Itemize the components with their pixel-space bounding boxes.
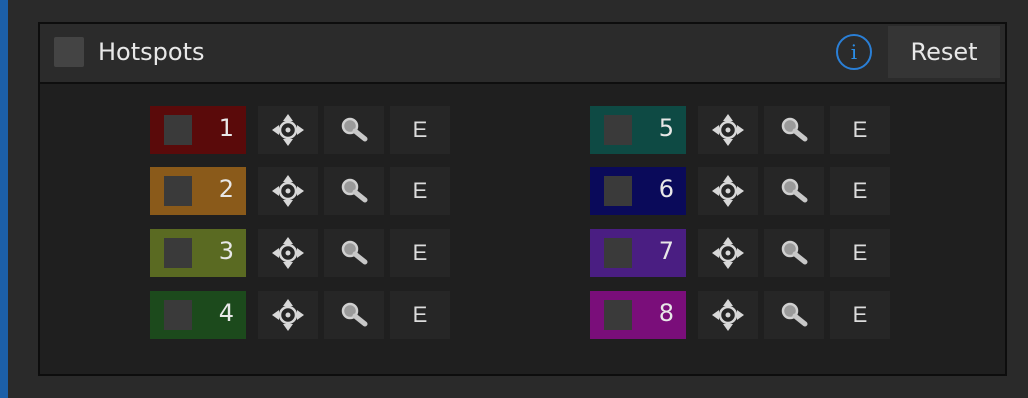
hotspot-color-swatch[interactable]: 1 (150, 106, 246, 154)
hotspot-checkbox[interactable] (164, 176, 192, 206)
move-icon[interactable] (258, 167, 318, 215)
hotspot-color-swatch[interactable]: 5 (590, 106, 686, 154)
edit-button[interactable]: E (830, 106, 890, 154)
move-icon[interactable] (258, 229, 318, 277)
hotspot-number: 4 (218, 299, 234, 327)
hotspot-row: 8E (590, 291, 890, 339)
edit-button[interactable]: E (390, 291, 450, 339)
hotspot-number: 5 (658, 114, 674, 142)
info-icon[interactable]: i (836, 34, 872, 70)
hotspot-number: 7 (658, 237, 674, 265)
hotspot-number: 3 (218, 237, 234, 265)
magnifier-icon[interactable] (764, 106, 824, 154)
magnifier-icon[interactable] (324, 106, 384, 154)
move-icon[interactable] (698, 291, 758, 339)
hotspot-row: 2E (150, 167, 450, 215)
hotspot-checkbox[interactable] (164, 300, 192, 330)
hotspot-row: 7E (590, 229, 890, 277)
hotspot-color-swatch[interactable]: 6 (590, 167, 686, 215)
hotspot-number: 8 (658, 299, 674, 327)
hotspot-checkbox[interactable] (604, 300, 632, 330)
hotspot-row: 4E (150, 291, 450, 339)
hotspot-color-swatch[interactable]: 4 (150, 291, 246, 339)
hotspot-number: 1 (218, 114, 234, 142)
hotspot-number: 2 (218, 175, 234, 203)
panel-header: Hotspots i Reset (40, 24, 1005, 84)
left-accent-bar (0, 0, 8, 398)
hotspot-row: 6E (590, 167, 890, 215)
magnifier-icon[interactable] (764, 167, 824, 215)
hotspot-checkbox[interactable] (164, 238, 192, 268)
hotspot-number: 6 (658, 175, 674, 203)
magnifier-icon[interactable] (324, 229, 384, 277)
hotspot-checkbox[interactable] (604, 115, 632, 145)
hotspot-color-swatch[interactable]: 3 (150, 229, 246, 277)
hotspot-checkbox[interactable] (164, 115, 192, 145)
move-icon[interactable] (258, 106, 318, 154)
reset-button[interactable]: Reset (888, 26, 1000, 78)
edit-button[interactable]: E (390, 229, 450, 277)
hotspots-panel: Hotspots i Reset 1E2E3E4E5E6E7E8E (38, 22, 1007, 376)
hotspot-row: 3E (150, 229, 450, 277)
hotspot-row: 5E (590, 106, 890, 154)
edit-button[interactable]: E (830, 167, 890, 215)
hotspot-row: 1E (150, 106, 450, 154)
magnifier-icon[interactable] (324, 291, 384, 339)
move-icon[interactable] (698, 106, 758, 154)
edit-button[interactable]: E (830, 291, 890, 339)
move-icon[interactable] (698, 167, 758, 215)
edit-button[interactable]: E (390, 106, 450, 154)
hotspot-checkbox[interactable] (604, 176, 632, 206)
edit-button[interactable]: E (830, 229, 890, 277)
magnifier-icon[interactable] (764, 291, 824, 339)
panel-title: Hotspots (98, 38, 205, 66)
hotspot-color-swatch[interactable]: 2 (150, 167, 246, 215)
move-icon[interactable] (258, 291, 318, 339)
move-icon[interactable] (698, 229, 758, 277)
hotspot-color-swatch[interactable]: 7 (590, 229, 686, 277)
hotspots-enable-checkbox[interactable] (54, 37, 84, 67)
magnifier-icon[interactable] (324, 167, 384, 215)
magnifier-icon[interactable] (764, 229, 824, 277)
hotspot-color-swatch[interactable]: 8 (590, 291, 686, 339)
hotspot-checkbox[interactable] (604, 238, 632, 268)
edit-button[interactable]: E (390, 167, 450, 215)
